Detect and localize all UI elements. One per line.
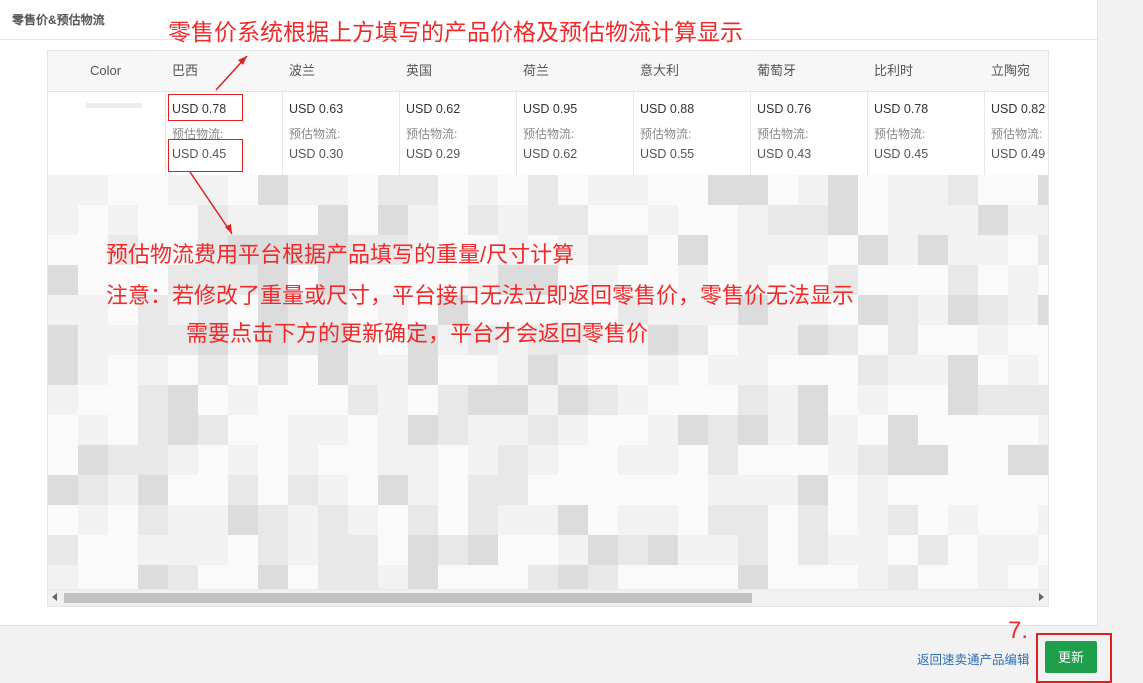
arrow-line-down — [189, 171, 233, 235]
update-button[interactable]: 更新 — [1045, 641, 1097, 673]
annotation-line-1: 预估物流费用平台根据产品填写的重量/尺寸计算 — [106, 242, 575, 267]
annotation-line-2: 注意：若修改了重量或尺寸，平台接口无法立即返回零售价，零售价无法显示 — [106, 283, 855, 308]
step-number: 7. — [1008, 617, 1029, 644]
annotation-line-3: 需要点击下方的更新确定，平台才会返回零售价 — [186, 321, 649, 346]
back-to-edit-link[interactable]: 返回速卖通产品编辑 — [917, 649, 1030, 668]
annotation-top: 零售价系统根据上方填写的产品价格及预估物流计算显示 — [168, 19, 743, 45]
